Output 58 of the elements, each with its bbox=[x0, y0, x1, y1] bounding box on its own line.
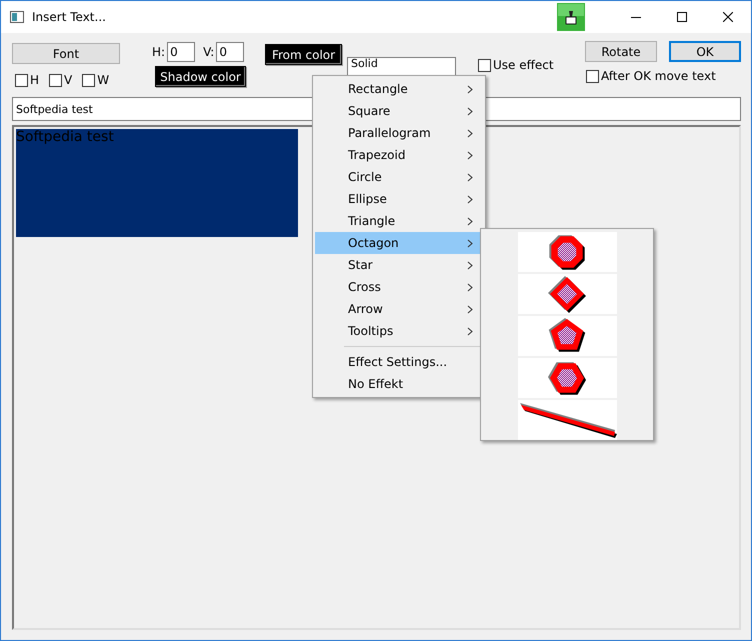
window-title: Insert Text... bbox=[32, 10, 107, 24]
chevron-right-icon bbox=[467, 216, 473, 226]
checkbox[interactable] bbox=[82, 74, 96, 86]
checkbox[interactable] bbox=[15, 74, 28, 86]
chevron-right-icon bbox=[467, 304, 473, 314]
ok-button[interactable]: OK bbox=[669, 41, 741, 62]
shadow-color-button[interactable]: Shadow color bbox=[155, 66, 246, 87]
checkbox[interactable] bbox=[478, 58, 491, 72]
menu-item[interactable]: Square bbox=[315, 100, 483, 122]
h-label: H: bbox=[152, 45, 166, 59]
chevron-right-icon bbox=[467, 326, 473, 336]
close-icon[interactable] bbox=[723, 12, 733, 22]
flip-checkbox[interactable]: W bbox=[82, 73, 110, 87]
menu-item[interactable]: Circle bbox=[315, 166, 483, 188]
chevron-right-icon bbox=[467, 238, 473, 248]
checkbox-label: After OK move text bbox=[601, 69, 716, 83]
menu-item[interactable]: Star bbox=[315, 254, 483, 276]
menu-item[interactable]: Rectangle bbox=[315, 78, 483, 100]
menu-item[interactable]: No Effekt bbox=[315, 373, 483, 395]
v-label: V: bbox=[203, 45, 214, 59]
menu-item[interactable]: Triangle bbox=[315, 210, 483, 232]
v-field[interactable]: 0 bbox=[216, 42, 244, 62]
checkbox-label: W bbox=[97, 73, 110, 87]
chevron-right-icon bbox=[467, 282, 473, 292]
checkbox-label: H bbox=[30, 73, 40, 87]
after-ok-checkbox[interactable]: After OK move text bbox=[586, 69, 741, 83]
from-color-button[interactable]: From color bbox=[265, 44, 342, 65]
menu-item[interactable]: Ellipse bbox=[315, 188, 483, 210]
text-preview: Softpedia test bbox=[16, 129, 298, 237]
menu-item[interactable]: Octagon bbox=[315, 232, 483, 254]
menu-item[interactable]: Effect Settings... bbox=[315, 351, 483, 373]
h-field[interactable]: 0 bbox=[167, 42, 196, 62]
font-button[interactable]: Font bbox=[12, 43, 120, 64]
app-icon bbox=[10, 11, 24, 23]
checkbox-label: V bbox=[64, 73, 72, 87]
chevron-right-icon bbox=[467, 84, 473, 94]
chevron-right-icon bbox=[467, 150, 473, 160]
menu-item[interactable]: Tooltips bbox=[315, 320, 483, 342]
chevron-right-icon bbox=[467, 128, 473, 138]
rotate-button[interactable]: Rotate bbox=[585, 41, 657, 62]
checkbox[interactable] bbox=[49, 74, 62, 86]
menu-item[interactable]: Parallelogram bbox=[315, 122, 483, 144]
eraser-icon[interactable] bbox=[557, 3, 585, 31]
menu-item[interactable]: Trapezoid bbox=[315, 144, 483, 166]
chevron-right-icon bbox=[467, 172, 473, 182]
menu-item[interactable]: Cross bbox=[315, 276, 483, 298]
chevron-right-icon bbox=[467, 260, 473, 270]
checkbox-label: Use effect bbox=[493, 58, 554, 72]
flip-checkbox[interactable]: V bbox=[49, 73, 72, 87]
style-select[interactable]: Solid bbox=[347, 57, 456, 76]
chevron-right-icon bbox=[467, 194, 473, 204]
menu-item[interactable]: Arrow bbox=[315, 298, 483, 320]
line-shape-icon[interactable] bbox=[518, 400, 616, 440]
checkbox[interactable] bbox=[586, 70, 599, 82]
maximize-icon[interactable] bbox=[677, 12, 687, 22]
flip-checkbox[interactable]: H bbox=[15, 73, 40, 87]
use-effect-checkbox[interactable]: Use effect bbox=[478, 58, 585, 72]
chevron-right-icon bbox=[467, 106, 473, 116]
